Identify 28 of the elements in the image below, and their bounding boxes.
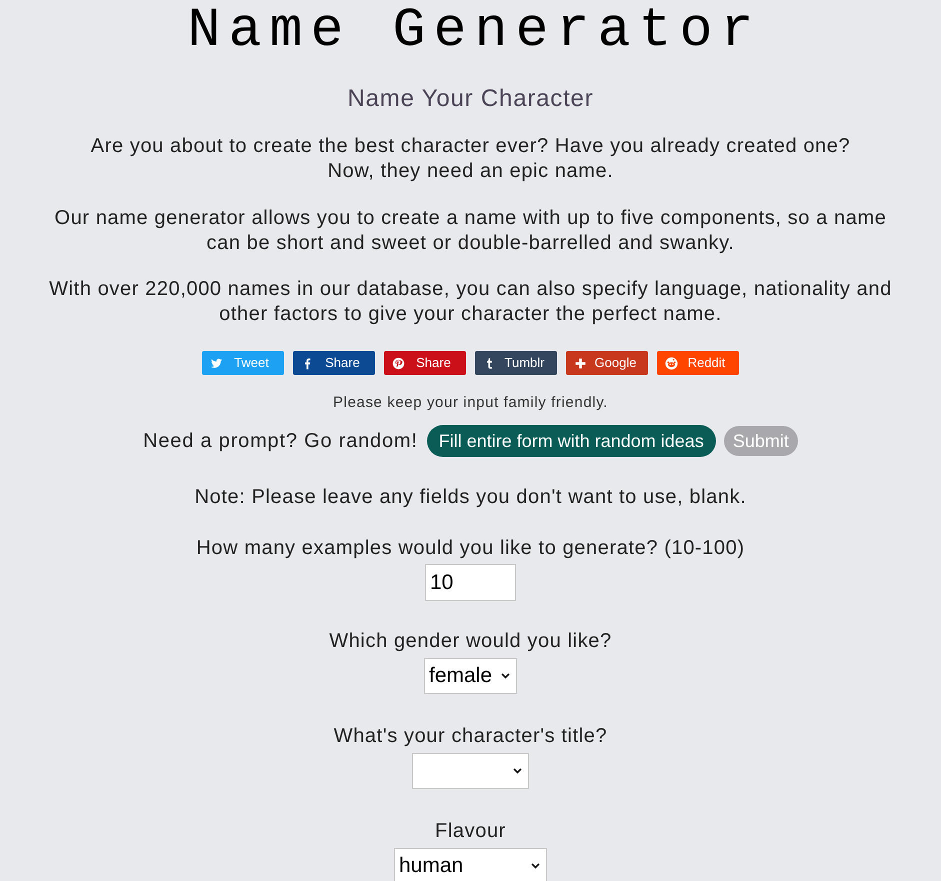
alien-face-icon xyxy=(665,356,678,370)
dropdown-select[interactable] xyxy=(412,753,529,789)
chevron-down-icon xyxy=(531,863,540,869)
notice-text: Please keep your input family friendly. xyxy=(333,395,608,411)
intro-paragraph: Are you about to create the best character ever? Have you already created one? Now, they need an epic name. xyxy=(90,134,852,184)
field-label: What's your character's title? xyxy=(334,724,608,748)
share-button[interactable]: Tumblr xyxy=(475,351,557,375)
field-label: Flavour xyxy=(435,819,506,843)
intro-paragraph: Our name generator allows you to create a name with up to five components, so a name can be short and sweet or double-barrelled and swanky. xyxy=(54,206,888,256)
p-circle-icon xyxy=(392,356,405,370)
dropdown-select[interactable]: human xyxy=(394,848,547,881)
number-input[interactable]: 10 xyxy=(425,564,516,601)
random-fill-button[interactable]: Fill entire form with random ideas xyxy=(426,425,716,457)
chevron-down-icon xyxy=(501,673,510,679)
page-title: Name Generator xyxy=(186,3,762,58)
share-button[interactable]: Share xyxy=(293,351,375,375)
field-label: How many examples would you like to generate? (10-100) xyxy=(196,536,745,560)
field-label: Which gender would you like? xyxy=(329,629,612,653)
dropdown-select[interactable]: female xyxy=(424,658,517,694)
prompt-text: Need a prompt? Go random! xyxy=(143,429,418,453)
bird-icon xyxy=(210,356,223,370)
share-button[interactable]: Share xyxy=(384,351,466,375)
plus-icon xyxy=(574,356,587,370)
note-text: Note: Please leave any fields you don't want to use, blank. xyxy=(194,485,746,509)
share-button[interactable]: Google xyxy=(566,351,648,375)
chevron-down-icon xyxy=(513,768,522,774)
section-heading: Name Your Character xyxy=(348,86,594,112)
intro-paragraph: With over 220,000 names in our database, you can also specify language, nationality and other factors to give your character the perfect name. xyxy=(48,277,893,327)
